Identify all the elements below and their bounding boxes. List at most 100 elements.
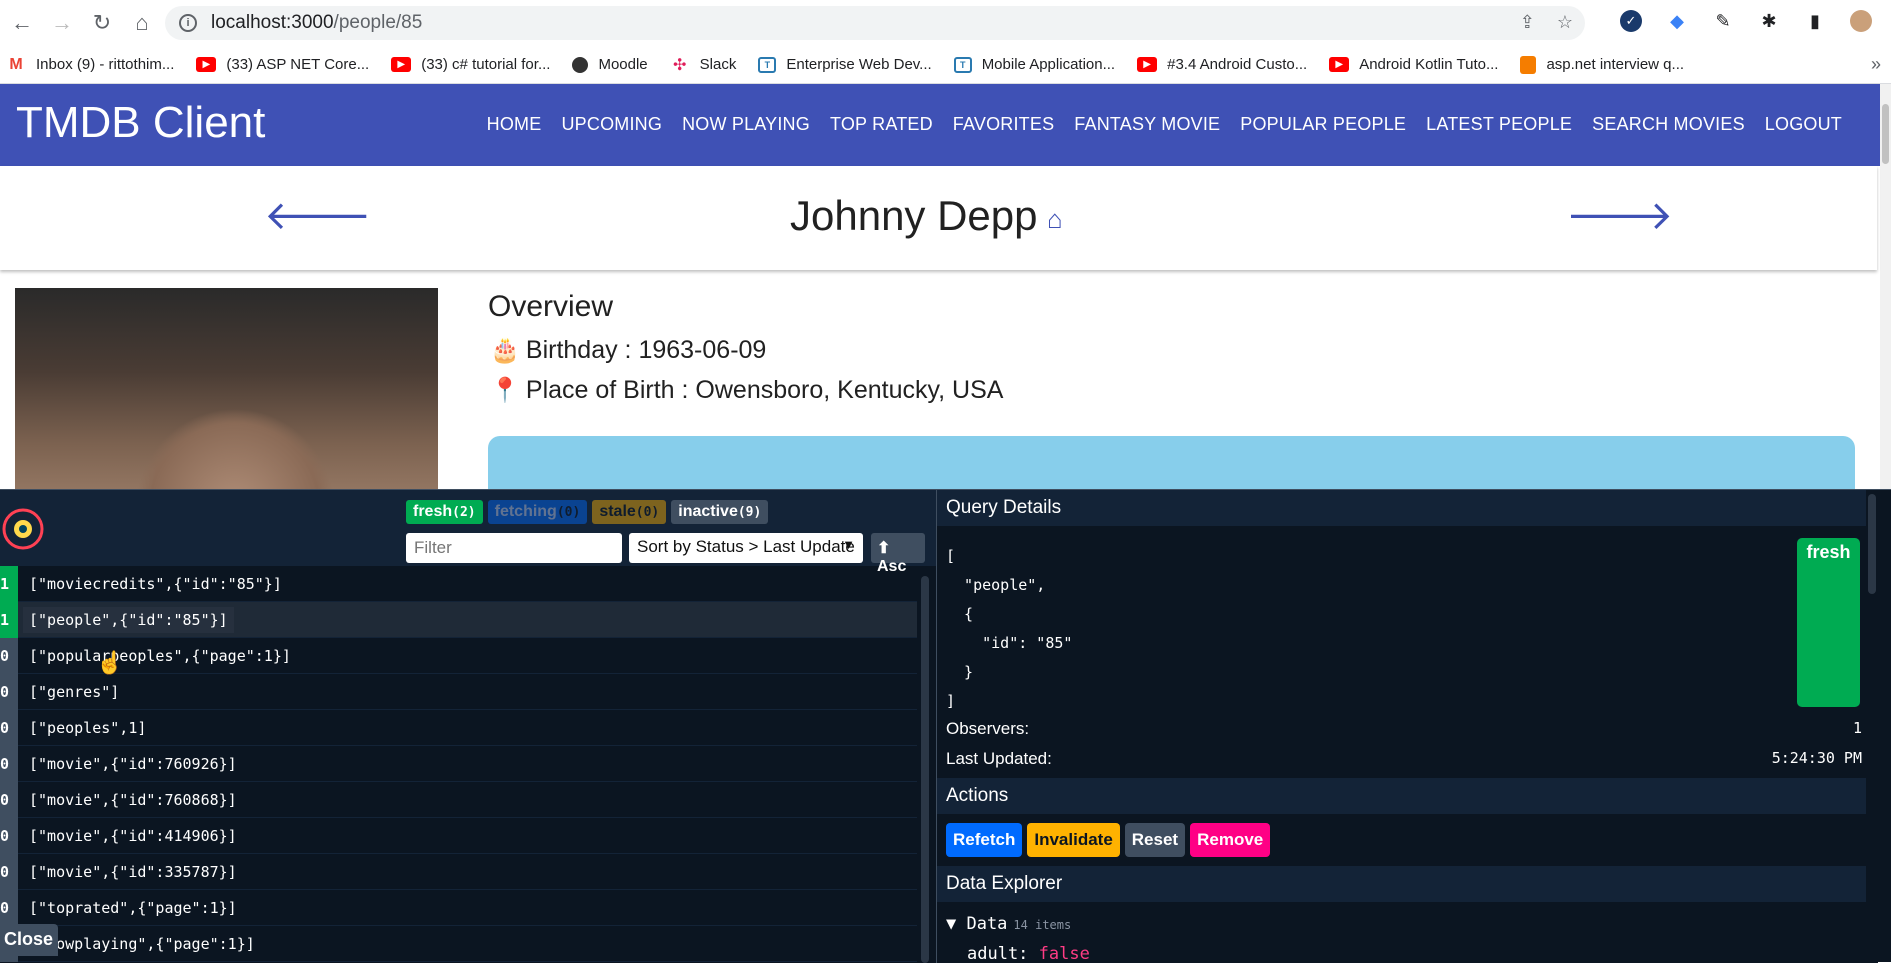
bookmark-item[interactable]: T Enterprise Web Dev...	[758, 56, 932, 73]
fresh-badge-label: fresh	[413, 503, 453, 520]
query-key: ["movie",{"id":335787}]	[29, 862, 237, 881]
fresh-badge[interactable]: fresh(2)	[406, 500, 483, 524]
query-key: ["toprated",{"page":1}]	[29, 898, 237, 917]
main-nav: HOME UPCOMING NOW PLAYING TOP RATED FAVO…	[487, 114, 1842, 135]
nav-logout[interactable]: LOGOUT	[1765, 114, 1842, 135]
close-devtools-button[interactable]: Close	[0, 924, 58, 956]
query-row[interactable]: 0 ["movie",{"id":760868}]	[0, 781, 917, 818]
forward-icon[interactable]: →	[44, 5, 80, 41]
address-bar[interactable]: i localhost:3000/people/85 ⇪ ☆	[165, 6, 1585, 40]
page-scrollbar-thumb[interactable]	[1882, 104, 1889, 164]
actions-title: Actions	[937, 778, 1873, 814]
nav-now-playing[interactable]: NOW PLAYING	[682, 114, 810, 135]
nav-popular-people[interactable]: POPULAR PEOPLE	[1240, 114, 1406, 135]
query-row[interactable]: 0 ["toprated",{"page":1}]	[0, 889, 917, 926]
observer-count: 0	[0, 637, 18, 674]
query-row[interactable]: 0["nowplaying",{"page":1}]	[0, 925, 917, 962]
query-row[interactable]: 0 ["popularpeoples",{"page":1}]	[0, 637, 917, 674]
brand-title[interactable]: TMDB Client	[16, 98, 265, 148]
stale-badge[interactable]: stale(0)	[592, 500, 667, 524]
blogger-icon	[1520, 55, 1537, 74]
side-panel-icon[interactable]: ▮	[1804, 10, 1826, 32]
home-icon[interactable]: ⌂	[1047, 204, 1063, 235]
reset-button[interactable]: Reset	[1124, 823, 1186, 857]
query-row[interactable]: 0 ["movie",{"id":760926}]	[0, 745, 917, 782]
url-host: localhost:3000	[211, 12, 334, 33]
bookmark-item[interactable]: ▶ #3.4 Android Custo...	[1137, 56, 1307, 73]
data-explorer-root[interactable]: ▼ Data 14 items	[946, 914, 1071, 934]
data-explorer-entry: adult: false	[967, 944, 1090, 964]
bookmark-item[interactable]: ▶ Android Kotlin Tuto...	[1329, 56, 1498, 73]
query-row[interactable]: 0 ["movie",{"id":414906}]	[0, 817, 917, 854]
bookmark-label: Slack	[699, 56, 737, 73]
bookmark-item[interactable]: T Mobile Application...	[953, 56, 1115, 73]
bookmark-star-icon[interactable]: ☆	[1557, 12, 1573, 33]
nav-favorites[interactable]: FAVORITES	[953, 114, 1055, 135]
site-info-icon[interactable]: i	[179, 14, 197, 32]
youtube-icon: ▶	[1329, 57, 1350, 72]
query-list: 1 ["moviecredits",{"id":"85"}] 1 ["people"…	[0, 565, 917, 962]
query-row[interactable]: 0 ["movie",{"id":335787}]	[0, 853, 917, 890]
back-icon[interactable]: ←	[4, 5, 40, 41]
nav-upcoming[interactable]: UPCOMING	[561, 114, 662, 135]
profile-avatar[interactable]	[1850, 10, 1872, 32]
fetching-badge[interactable]: fetching(0)	[487, 500, 588, 524]
nav-latest-people[interactable]: LATEST PEOPLE	[1426, 114, 1572, 135]
query-row[interactable]: 1 ["moviecredits",{"id":"85"}]	[0, 565, 917, 602]
previous-arrow-icon[interactable]: 🡐	[264, 190, 371, 239]
nav-home[interactable]: HOME	[487, 114, 542, 135]
inactive-badge-label: inactive	[678, 503, 738, 520]
query-row[interactable]: 0 ["peoples",1]	[0, 709, 917, 746]
actions-bar: Refetch Invalidate Reset Remove	[946, 823, 1271, 857]
bookmark-label: Enterprise Web Dev...	[786, 56, 932, 73]
remove-button[interactable]: Remove	[1190, 823, 1271, 857]
stale-badge-count: (0)	[635, 505, 660, 520]
data-explorer-key: adult:	[967, 944, 1029, 964]
fresh-badge-count: (2)	[452, 505, 476, 520]
share-icon[interactable]: ⇪	[1520, 12, 1535, 33]
reload-icon[interactable]: ↻	[84, 5, 120, 41]
filter-input[interactable]	[406, 533, 622, 563]
bookmark-item[interactable]: ▶ (33) ASP NET Core...	[196, 56, 369, 73]
observer-count: 0	[0, 781, 18, 818]
nav-search-movies[interactable]: SEARCH MOVIES	[1592, 114, 1745, 135]
nav-fantasy-movie[interactable]: FANTASY MOVIE	[1074, 114, 1220, 135]
extension-pen-icon[interactable]: ✎	[1712, 10, 1734, 32]
last-updated-row: Last Updated: 5:24:30 PM	[946, 749, 1862, 769]
bookmark-label: (33) ASP NET Core...	[226, 56, 370, 73]
query-key: ["genres"]	[29, 682, 120, 701]
sort-select[interactable]: Sort by Status > Last Update ▼	[629, 533, 863, 563]
invalidate-button[interactable]: Invalidate	[1027, 823, 1120, 857]
observer-count: 0	[0, 889, 18, 926]
bookmark-item[interactable]: M Inbox (9) - rittothim...	[6, 56, 174, 74]
birthday-text: Birthday : 1963-06-09	[525, 336, 767, 364]
extension-diamond-icon[interactable]: ◆	[1666, 10, 1688, 32]
bookmark-item[interactable]: Moodle	[572, 56, 648, 73]
query-list-scrollbar[interactable]	[920, 576, 930, 963]
bookmark-item[interactable]: asp.net interview q...	[1520, 55, 1684, 74]
react-query-logo-icon[interactable]	[2, 508, 44, 550]
bookmark-item[interactable]: ▶ (33) c# tutorial for...	[391, 56, 550, 73]
details-scrollbar[interactable]	[1866, 490, 1878, 963]
bookmark-item[interactable]: ✣ Slack	[670, 56, 737, 74]
url-text[interactable]: localhost:3000/people/85	[211, 12, 422, 34]
sort-direction-button[interactable]: ⬆ Asc	[871, 533, 925, 575]
query-row[interactable]: 0 ["genres"]	[0, 673, 917, 710]
home-browser-icon[interactable]: ⌂	[124, 5, 160, 41]
more-bookmarks-icon[interactable]: »	[1871, 54, 1881, 75]
next-arrow-icon[interactable]: 🡒	[1566, 190, 1673, 239]
refetch-button[interactable]: Refetch	[946, 823, 1023, 857]
extension-check-icon[interactable]: ✓	[1620, 10, 1642, 32]
query-key: ["nowplaying",{"page":1}]	[29, 934, 255, 953]
birthplace-row: 📍 Place of Birth : Owensboro, Kentucky, U…	[490, 376, 1003, 405]
app-header: TMDB Client HOME UPCOMING NOW PLAYING TO…	[0, 84, 1880, 166]
query-status-badge: fresh	[1797, 538, 1860, 707]
nav-top-rated[interactable]: TOP RATED	[830, 114, 933, 135]
query-row-selected[interactable]: 1 ["people",{"id":"85"}]	[0, 601, 917, 638]
inactive-badge[interactable]: inactive(9)	[671, 500, 769, 524]
query-list-scrollbar-thumb[interactable]	[921, 576, 929, 963]
caret-down-icon: ▼	[842, 537, 855, 552]
details-scrollbar-thumb[interactable]	[1868, 494, 1876, 594]
puzzle-icon[interactable]: ✱	[1758, 10, 1780, 32]
observer-count: 1	[0, 601, 18, 638]
